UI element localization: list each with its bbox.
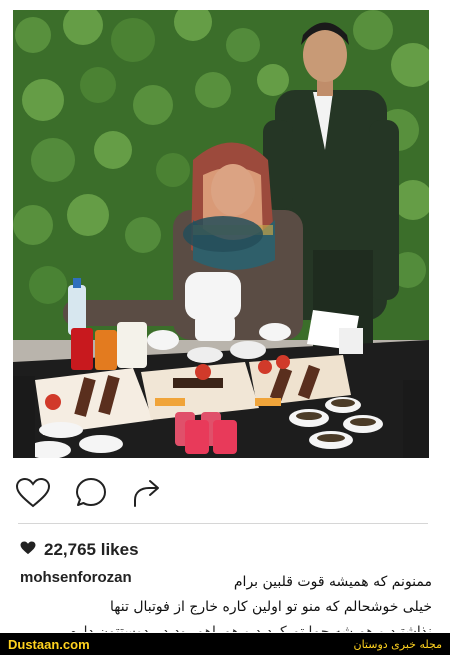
instagram-post: 22,765 likes mohsenforozan ممنونم که همی… xyxy=(0,0,450,655)
share-arrow-icon[interactable] xyxy=(131,475,167,511)
caption-line-3: نذاشتید و همیشه حمایتم کردید و همراهم بو… xyxy=(68,624,432,632)
photo-illustration xyxy=(13,10,429,458)
caption: ممنونم که همیشه قوت قلبین برام خیلی خوشح… xyxy=(18,570,432,632)
caption-line-2: خیلی خوشحالم که منو تو اولین کاره خارج ا… xyxy=(110,599,432,615)
heart-filled-icon xyxy=(20,540,36,560)
heart-outline-icon[interactable] xyxy=(15,475,51,511)
likes-text: 22,765 likes xyxy=(44,540,139,559)
watermark-site[interactable]: Dustaan.com xyxy=(8,637,90,652)
post-actions xyxy=(15,474,167,512)
watermark-tagline: مجله خبری دوستان xyxy=(353,637,443,651)
divider xyxy=(18,523,428,524)
likes-count[interactable]: 22,765 likes xyxy=(20,538,139,562)
comment-bubble-icon[interactable] xyxy=(73,475,109,511)
post-photo[interactable] xyxy=(13,10,429,458)
watermark-bar: Dustaan.com مجله خبری دوستان xyxy=(0,633,450,655)
caption-line-1: ممنونم که همیشه قوت قلبین برام xyxy=(233,574,432,590)
